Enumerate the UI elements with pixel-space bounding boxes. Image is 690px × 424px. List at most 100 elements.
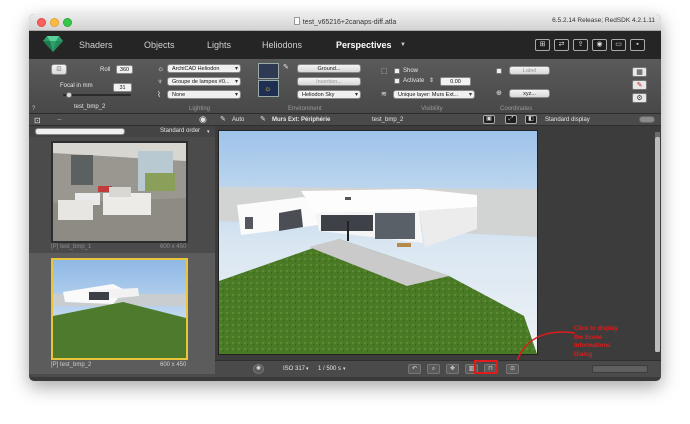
roll-input[interactable]: 360 — [116, 65, 133, 74]
lamp-group-select[interactable]: Groupe de lampes #0... — [167, 77, 241, 86]
layers-icon: ≋ — [381, 91, 387, 98]
viewer-camera-name: test_bmp_2 — [372, 117, 404, 123]
pin-icon: ⊕ — [496, 90, 502, 97]
sort-chevron-icon[interactable]: ▾ — [207, 128, 210, 137]
render-preview[interactable] — [218, 130, 538, 355]
activate-checkbox[interactable] — [394, 78, 400, 84]
fit-view-icon[interactable]: ⤢ — [505, 115, 517, 124]
iso-chevron-icon[interactable]: ▾ — [306, 365, 309, 374]
title-bar: test_v65216+2canaps-diff.atla 6.5.2.14 R… — [29, 14, 661, 31]
scene-info-highlight-box — [474, 360, 498, 374]
item-name-test-bmp-1: [P] test_bmp_1 — [51, 244, 92, 250]
annotation-line-2: the Scene — [574, 334, 603, 341]
sky-sun-icon: ☼ — [264, 84, 272, 93]
viewer-bottom-bar: ✺ ISO 317 ▾ 1 / 500 s ▾ ↶ ⌕ ✥ ▥ ⊓ ⊙ — [215, 360, 661, 377]
document-icon — [293, 17, 300, 25]
camera-name: test_bmp_2 — [74, 104, 106, 110]
activate-label: Activate — [403, 78, 425, 84]
light-third-select[interactable]: None — [167, 90, 241, 99]
inspector-bar: ◫ Roll 360 Focal in mm 31 test_bmp_2 ? ☼… — [29, 59, 661, 114]
checker-icon[interactable]: ▦ — [632, 67, 647, 77]
thumbnail-test-bmp-2[interactable] — [51, 258, 188, 360]
auto-pencil-icon[interactable]: ✎ — [220, 115, 226, 124]
tab-shaders[interactable]: Shaders — [79, 40, 113, 50]
perspectives-menu-chevron-icon[interactable]: ▼ — [400, 42, 406, 48]
artlantis-logo-icon — [43, 36, 63, 52]
background-preview[interactable] — [258, 63, 279, 79]
tab-objects[interactable]: Objects — [144, 40, 175, 50]
thumbnail-test-bmp-1[interactable] — [51, 141, 188, 243]
list-toolbar: ⊡ − ◉ — [29, 114, 215, 126]
exposure-icon[interactable]: ✺ — [253, 364, 264, 374]
zoom-icon[interactable]: ⌕ — [427, 364, 440, 374]
item-size-test-bmp-2: 600 x 450 — [160, 362, 187, 368]
pencil-icon[interactable]: ✎ — [632, 80, 647, 90]
sky-select[interactable]: Heliodon Sky — [297, 90, 361, 99]
settings-gear-icon[interactable]: ⚙ — [632, 93, 647, 103]
viewport-scrollbar-thumb[interactable] — [655, 137, 660, 352]
neon-icon: ⌇ — [157, 90, 161, 99]
insertion-button[interactable]: Insertion... — [297, 77, 361, 86]
scene-info-icon[interactable]: ⊙ — [506, 364, 519, 374]
sort-select[interactable]: Standard order — [160, 128, 200, 134]
tab-perspectives[interactable]: Perspectives — [336, 40, 392, 50]
layer-name: Murs Ext: Périphérie — [272, 117, 331, 123]
search-input[interactable] — [35, 128, 125, 135]
camera-view-button[interactable]: ◫ — [51, 64, 67, 75]
version-label: 6.5.2.14 Release; RedSDK 4.2.1.11 — [552, 17, 655, 24]
terminal-icon[interactable]: ▪ — [630, 39, 645, 51]
item-size-test-bmp-1: 600 x 450 — [160, 244, 187, 250]
tab-heliodons[interactable]: Heliodons — [262, 40, 302, 50]
export-icon[interactable]: ⇪ — [573, 39, 588, 51]
annotation-line-1: Click to display — [574, 326, 619, 332]
tab-lights[interactable]: Lights — [207, 40, 231, 50]
ground-button[interactable]: Ground... — [297, 64, 361, 73]
visibility-section-label: Visibility — [421, 106, 443, 112]
list-search-row: Standard order ▾ — [29, 126, 215, 137]
help-icon[interactable]: ? — [32, 106, 35, 112]
eye-icon[interactable]: ◉ — [199, 115, 207, 124]
progress-bar — [592, 365, 648, 373]
label-checkbox[interactable] — [496, 68, 502, 74]
shutter-chevron-icon[interactable]: ▾ — [343, 365, 346, 374]
focal-slider[interactable] — [63, 94, 131, 96]
focal-input[interactable]: 31 — [113, 83, 132, 92]
show-checkbox[interactable] — [394, 68, 400, 74]
main-tab-bar: Shaders Objects Lights Heliodons Perspec… — [29, 31, 661, 59]
stepper-icon[interactable]: ⇕ — [429, 77, 434, 86]
edit-icon[interactable]: ✎ — [283, 63, 289, 72]
perspective-list: [P] test_bmp_1 600 x 450 [P] test_bmp_2 … — [29, 137, 215, 377]
exterior-render-preview-image — [219, 131, 537, 354]
auto-label[interactable]: Auto — [232, 117, 244, 123]
layer-edit-icon[interactable]: ✎ — [260, 115, 266, 124]
layer-select[interactable]: Unique layer: Murs Ext... — [393, 90, 475, 99]
annotation-line-4: Dialog — [574, 351, 593, 358]
environment-section-label: Environment — [288, 106, 322, 112]
window-icon[interactable]: ▭ — [611, 39, 626, 51]
undo-icon[interactable]: ↶ — [408, 364, 421, 374]
focal-slider-knob[interactable] — [66, 92, 72, 98]
add-camera-icon[interactable]: ⊡ — [34, 116, 41, 125]
remove-icon[interactable]: − — [57, 115, 62, 124]
focal-label: Focal in mm — [60, 83, 93, 89]
dotted-square-icon: ⬚ — [381, 68, 388, 75]
exchange-icon[interactable]: ⇄ — [554, 39, 569, 51]
frame-icon[interactable]: ▣ — [483, 115, 495, 124]
window-title-text: test_v65216+2canaps-diff.atla — [302, 19, 397, 26]
display-toggle[interactable] — [639, 116, 655, 123]
pan-icon[interactable]: ✥ — [446, 364, 459, 374]
camera-render-icon[interactable]: ◉ — [592, 39, 607, 51]
display-toolbar: Standard display — [541, 114, 661, 126]
shutter-select[interactable]: 1 / 500 s — [318, 366, 341, 372]
label-button[interactable]: Label — [509, 66, 550, 75]
lamp-icon: ♆ — [157, 77, 163, 86]
show-label: Show — [403, 68, 419, 74]
lighting-section-label: Lighting — [189, 106, 211, 112]
sun-icon: ☼ — [157, 64, 165, 73]
shop-cart-icon[interactable]: ⊞ — [535, 39, 550, 51]
visibility-value-input[interactable]: 0.00 — [440, 77, 471, 86]
split-view-icon[interactable]: ◧ — [525, 115, 537, 124]
iso-select[interactable]: ISO 317 — [283, 366, 305, 372]
xyz-button[interactable]: xyz... — [509, 89, 550, 98]
heliodon-select[interactable]: ArchiCAD Heliodon — [167, 64, 241, 73]
